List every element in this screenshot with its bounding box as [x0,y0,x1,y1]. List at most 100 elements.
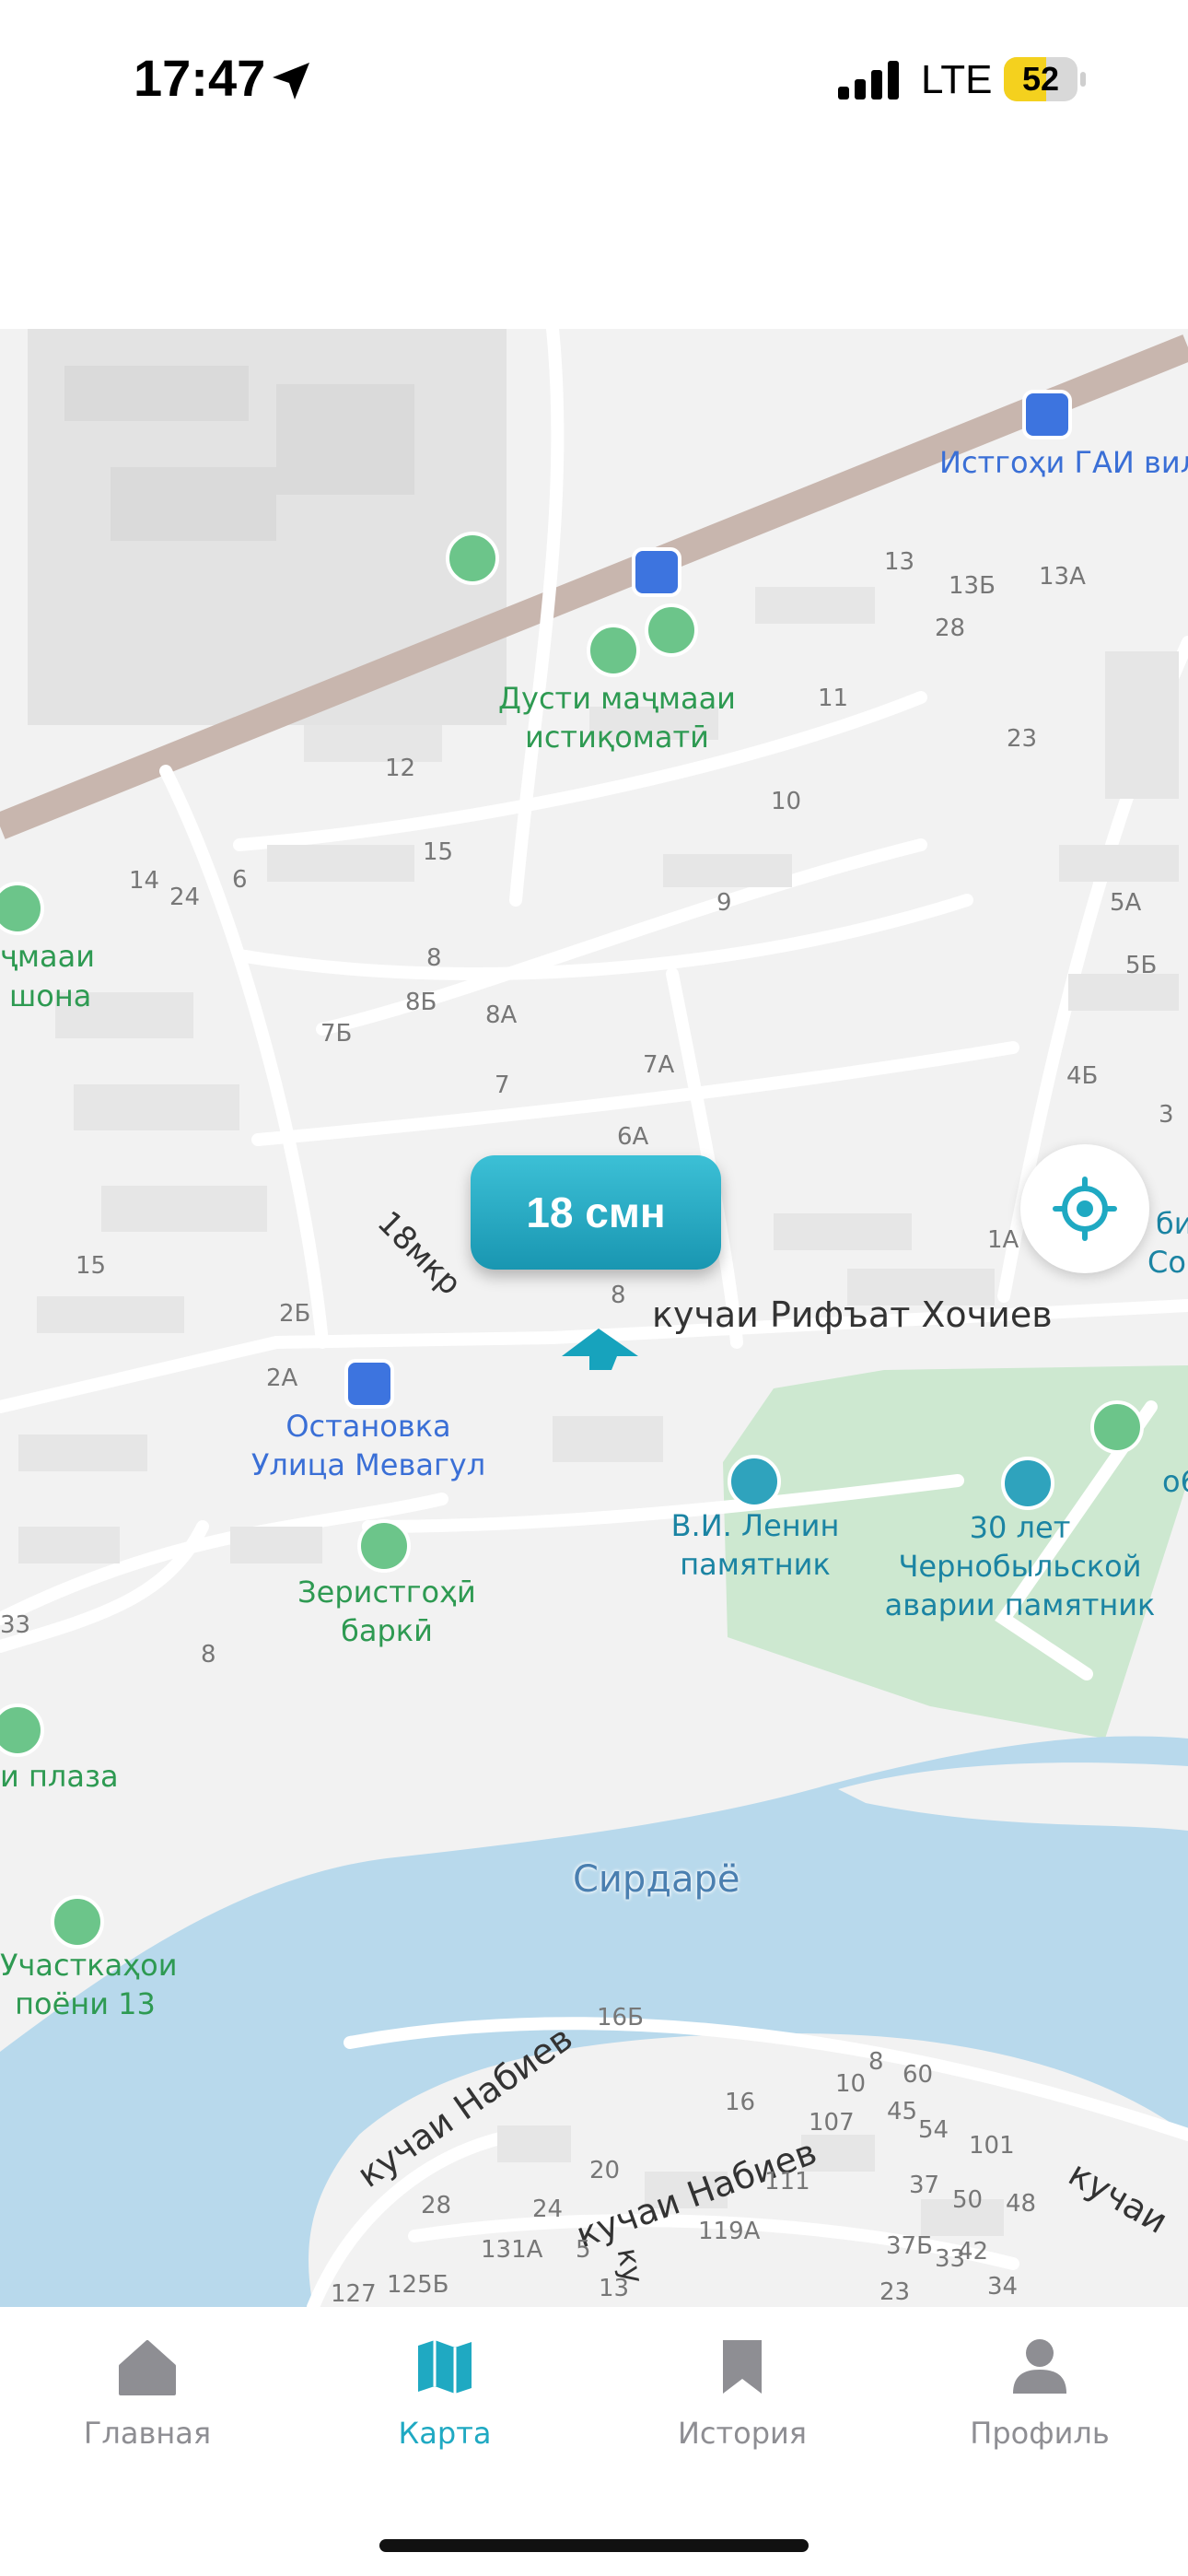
building-number: 2А [266,1364,298,1392]
river-label: Сирдарё [573,1858,740,1901]
hotel-pin-icon[interactable] [645,603,698,657]
building-number: 8 [868,2048,884,2076]
building-number: 45 [887,2098,918,2125]
home-icon [119,2340,176,2395]
building-number: 111 [764,2168,810,2195]
building-number: 60 [903,2061,934,2089]
poi-label-left-2[interactable]: шона [9,977,91,1015]
building-number: 6А [617,1123,649,1151]
building-number: 37 [909,2172,940,2199]
poi-label-zeristgoh[interactable]: Зеристгоҳӣ баркӣ [276,1573,497,1650]
building-number: 119А [698,2218,761,2245]
status-bar: 17:47 LTE 52 [0,0,1188,166]
building-number: 16 [725,2089,756,2116]
building-number: 2Б [279,1300,311,1328]
locate-me-button[interactable] [1020,1144,1149,1273]
building-number: 54 [918,2116,949,2144]
building-number: 28 [421,2192,452,2219]
building-number: 15 [423,838,454,866]
tab-map[interactable]: Карта [334,2335,555,2473]
tab-profile-label: Профиль [970,2416,1110,2451]
tab-bar: Главная Карта История Профиль [0,2307,1188,2576]
tab-map-label: Карта [398,2416,492,2451]
building-number: 127 [331,2280,377,2307]
poi-label-right-1[interactable]: бин [1156,1204,1188,1243]
tab-profile[interactable]: Профиль [929,2335,1150,2473]
building-number: 15 [76,1252,107,1280]
poi-label-right-3[interactable]: о6 [1162,1462,1188,1501]
building-number: 37Б [886,2232,933,2260]
building-number: 7Б [320,1020,353,1048]
building-number: 12 [385,755,416,782]
building-number: 125Б [387,2271,449,2299]
building-number: 10 [771,788,802,815]
building-number: 7 [495,1071,510,1099]
map-view[interactable]: Истгоҳи ГАИ вилояти ба тарафи Тоҷ Дусти … [0,329,1188,2307]
building-number: 24 [532,2195,564,2223]
building-number: 48 [1006,2190,1037,2218]
hotel-pin-icon[interactable] [587,624,640,677]
tree-pin-icon[interactable] [1090,1400,1144,1454]
building-number: 8 [201,1641,216,1669]
building-number: 11 [818,685,849,712]
poi-label-lenin[interactable]: В.И. Ленин памятник [663,1506,847,1584]
building-number: 3 [1159,1101,1174,1129]
building-number: 13 [599,2275,630,2302]
poi-label-chernobyl[interactable]: 30 лет Чернобыльской аварии памятник [852,1508,1188,1624]
camera-pin-icon[interactable] [1001,1457,1054,1510]
network-type: LTE [921,57,993,102]
bus-stop-icon[interactable] [1022,390,1072,439]
building-number: 13А [1039,563,1086,591]
flag-pin-icon[interactable] [357,1519,411,1573]
building-number: 33 [0,1611,31,1639]
bus-stop-icon[interactable] [344,1359,394,1409]
poi-label-left-1[interactable]: ҷмааи [0,937,95,976]
location-arrow-icon [273,63,309,100]
poi-label-mevagul[interactable]: Остановка Улица Мевагул [249,1407,488,1484]
building-number: 33 [935,2245,966,2273]
eta-badge[interactable]: 18 смн [471,1155,721,1270]
building-number: 23 [879,2278,911,2306]
tab-home[interactable]: Главная [37,2335,258,2473]
tab-history[interactable]: История [632,2335,853,2473]
camera-pin-icon[interactable] [728,1455,781,1508]
hotel-pin-icon[interactable] [51,1895,104,1949]
building-number: 5Б [1125,952,1158,979]
flag-pin-icon[interactable] [446,532,499,585]
building-number: 14 [129,867,160,895]
building-number: 6 [232,866,248,894]
building-number: 34 [987,2273,1019,2301]
tab-home-label: Главная [83,2416,212,2451]
building-number: 101 [969,2132,1015,2160]
street-label-rifat: кучаи Рифъат Хочиев [652,1294,1053,1335]
building-number: 5А [1110,889,1142,917]
building-number: 24 [169,884,201,911]
building-number: 13 [884,548,915,576]
building-number: 1А [987,1226,1019,1254]
building-number: 8 [611,1282,626,1309]
building-number: 9 [716,889,732,917]
status-time: 17:47 [134,49,266,107]
poi-label-uchastok[interactable]: Участкаҳои поёни 13 [0,1946,178,2023]
home-indicator [379,2539,809,2552]
building-number: 23 [1007,725,1038,753]
building-number: 28 [935,615,966,642]
bus-stop-icon[interactable] [632,547,681,597]
building-number: 10 [835,2070,867,2098]
battery-level: 52 [1021,60,1060,98]
building-number: 8А [485,1001,518,1029]
profile-icon [1013,2339,1066,2394]
poi-label-dusti[interactable]: Дусти маҷмааи истиқоматӣ [479,679,755,756]
poi-label-plaza[interactable]: и плаза [0,1757,119,1796]
poi-label-right-2[interactable]: Со [1147,1243,1186,1282]
building-number: 50 [952,2186,984,2214]
building-number: 13Б [949,572,996,600]
building-number: 20 [589,2157,621,2184]
tab-history-label: История [677,2416,808,2451]
poi-label-gai[interactable]: Истгоҳи ГАИ вилояти ба тарафи Тоҷ [939,443,1188,482]
building-number: 4Б [1066,1062,1099,1090]
building-number: 16Б [597,2004,644,2032]
building-number: 131А [481,2236,543,2264]
building-number: 107 [809,2109,855,2137]
building-number: 7А [643,1051,675,1079]
